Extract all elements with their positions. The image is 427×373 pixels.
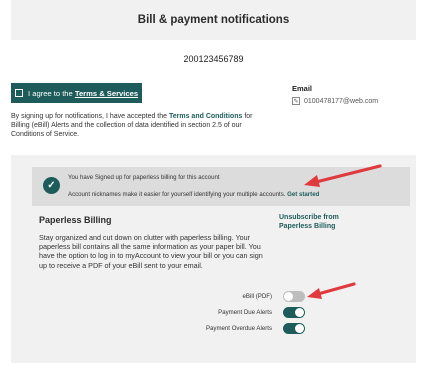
pencil-icon[interactable]: ✎ xyxy=(292,97,300,105)
disclaimer-before: By signing up for notifications, I have … xyxy=(11,113,169,120)
agree-prefix: I agree to the xyxy=(28,88,75,98)
agree-terms-label: I agree to the Terms & Services xyxy=(28,89,138,98)
payment-overdue-toggle[interactable] xyxy=(283,323,305,334)
toggle-row-payment-overdue: Payment Overdue Alerts xyxy=(206,323,305,334)
toggle-knob xyxy=(284,292,293,301)
toggle-row-ebill: eBill (PDF) xyxy=(243,291,305,302)
paperless-billing-description: Stay organized and cut down on clutter w… xyxy=(39,233,263,270)
account-number: 200123456789 xyxy=(183,54,244,64)
notice-nickname-text: Account nicknames make it easier for you… xyxy=(68,191,319,198)
page-header: Bill & payment notifications xyxy=(11,0,416,40)
disclaimer-text: By signing up for notifications, I have … xyxy=(11,112,271,139)
notice-nickname-message: Account nicknames make it easier for you… xyxy=(68,191,288,198)
unsubscribe-paperless-link[interactable]: Unsubscribe from Paperless Billing xyxy=(279,214,359,231)
email-label: Email xyxy=(292,84,313,93)
annotation-arrow-ebill xyxy=(307,282,356,299)
email-row: ✎ 0100478177@web.com xyxy=(292,97,378,105)
toggle-row-payment-due: Payment Due Alerts xyxy=(218,307,305,318)
get-started-link[interactable]: Get started xyxy=(287,191,319,198)
checkmark-icon: ✓ xyxy=(43,177,60,194)
ebill-pdf-label: eBill (PDF) xyxy=(242,293,272,300)
terms-services-link[interactable]: Terms & Services xyxy=(75,89,138,98)
notice-message: You have Signed up for paperless billing… xyxy=(68,174,220,181)
checkbox-icon[interactable] xyxy=(15,89,23,97)
toggle-knob xyxy=(295,324,304,333)
toggle-knob xyxy=(295,308,304,317)
ebill-pdf-toggle[interactable] xyxy=(283,291,305,302)
payment-overdue-label: Payment Overdue Alerts xyxy=(205,325,272,332)
agree-terms-checkbox[interactable]: I agree to the Terms & Services xyxy=(11,83,142,103)
page-title: Bill & payment notifications xyxy=(137,14,290,26)
paperless-billing-title: Paperless Billing xyxy=(39,215,112,225)
terms-conditions-link[interactable]: Terms and Conditions xyxy=(169,113,242,120)
email-value: 0100478177@web.com xyxy=(304,97,379,105)
payment-due-label: Payment Due Alerts xyxy=(218,309,272,316)
payment-due-toggle[interactable] xyxy=(283,307,305,318)
annotation-arrow-notice xyxy=(304,164,382,187)
